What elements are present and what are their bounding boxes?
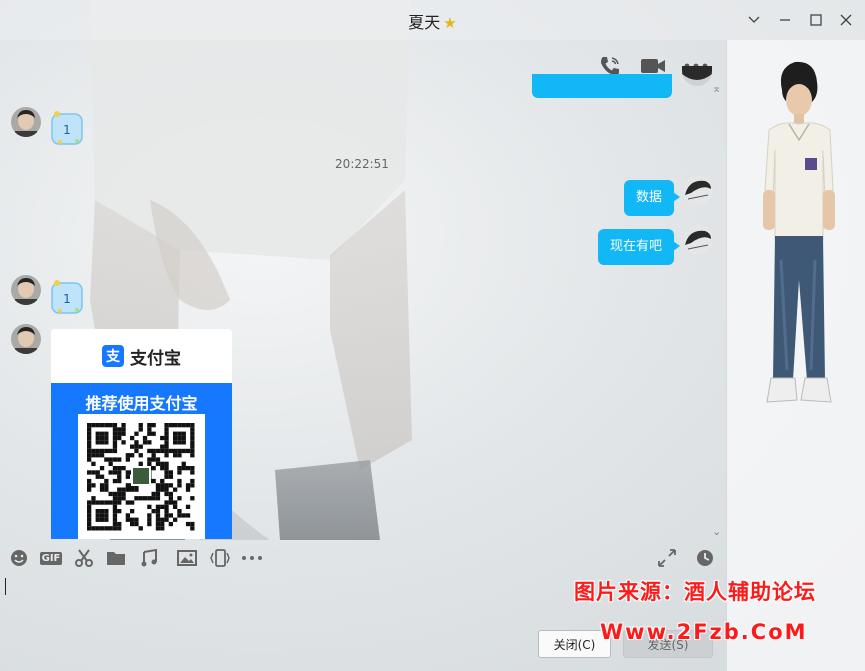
chat-history-button[interactable]	[692, 545, 718, 571]
history-icon	[697, 550, 713, 566]
shake-icon	[210, 549, 230, 567]
sticker-message[interactable]: 1	[50, 279, 83, 314]
message-timestamp: 20:22:51	[335, 157, 389, 171]
scissors-icon	[75, 549, 93, 567]
image-button[interactable]	[174, 545, 200, 571]
sticker-message[interactable]: 1	[50, 110, 83, 145]
sticker-number: 1	[63, 292, 71, 306]
sticker-number: 1	[63, 123, 71, 137]
alipay-logo-icon: 支	[102, 345, 124, 367]
contact-avatar-figure	[763, 61, 835, 403]
expand-icon	[658, 549, 676, 567]
sticker-badge-icon: 1	[51, 280, 83, 314]
input-toolbar: GIF	[0, 540, 726, 576]
emoji-button[interactable]	[6, 545, 32, 571]
avatar-self	[683, 225, 713, 255]
avatar-self	[683, 175, 713, 205]
text-caret	[5, 578, 6, 595]
alipay-qr-image-message[interactable]: 支 支付宝 推荐使用支付宝	[51, 329, 232, 539]
maximize-button[interactable]	[806, 10, 826, 30]
message-bubble-outgoing[interactable]: 现在有吧	[598, 229, 681, 265]
scroll-up-button[interactable]: ⌅	[712, 83, 721, 94]
scroll-down-button[interactable]: ⌄	[712, 526, 721, 537]
image-icon	[177, 550, 197, 566]
more-icon	[242, 556, 262, 560]
folder-icon	[107, 552, 125, 565]
shake-button[interactable]	[207, 545, 233, 571]
alipay-header: 支 支付宝	[51, 329, 232, 383]
maximize-icon	[810, 14, 822, 26]
dropdown-button[interactable]	[744, 10, 764, 30]
alipay-slogan: 推荐使用支付宝	[85, 394, 198, 413]
close-icon	[840, 14, 852, 26]
message-bubble-outgoing-partial	[532, 74, 672, 98]
watermark-url-text: Www.2Fzb.CoM	[600, 620, 808, 644]
avatar-contact	[11, 107, 41, 137]
minimize-button[interactable]	[775, 10, 795, 30]
expand-input-button[interactable]	[654, 545, 680, 571]
music-icon	[141, 548, 157, 567]
window-title: 夏天	[408, 13, 441, 32]
close-window-button[interactable]	[836, 10, 856, 30]
window-title-area: 夏天 ★	[0, 9, 865, 33]
minimize-icon	[780, 19, 790, 21]
emoji-icon	[11, 550, 27, 566]
message-bubble-outgoing[interactable]: 数据	[624, 180, 681, 216]
chat-window: 夏天 ★ ⌅ 1 20:22:51 数据 现在有吧 1 支 支付宝 推荐使用支付…	[0, 0, 865, 671]
send-file-button[interactable]	[103, 545, 129, 571]
avatar-contact	[11, 275, 41, 305]
alipay-qr-panel: 推荐使用支付宝	[51, 383, 232, 539]
star-icon: ★	[443, 14, 457, 32]
more-tools-button[interactable]	[239, 545, 265, 571]
music-button[interactable]	[137, 545, 163, 571]
gif-icon: GIF	[39, 551, 63, 565]
qr-code	[78, 414, 205, 539]
chevron-down-icon	[748, 16, 760, 23]
qr-code-icon	[87, 423, 195, 531]
avatar-self-partial	[682, 66, 712, 86]
avatar-contact	[11, 324, 41, 354]
alipay-brand: 支付宝	[130, 348, 181, 369]
sticker-badge-icon: 1	[51, 111, 83, 145]
gif-button[interactable]: GIF	[38, 545, 64, 571]
watermark-source-text: 图片来源：酒人辅助论坛	[574, 580, 816, 604]
screenshot-button[interactable]	[71, 545, 97, 571]
